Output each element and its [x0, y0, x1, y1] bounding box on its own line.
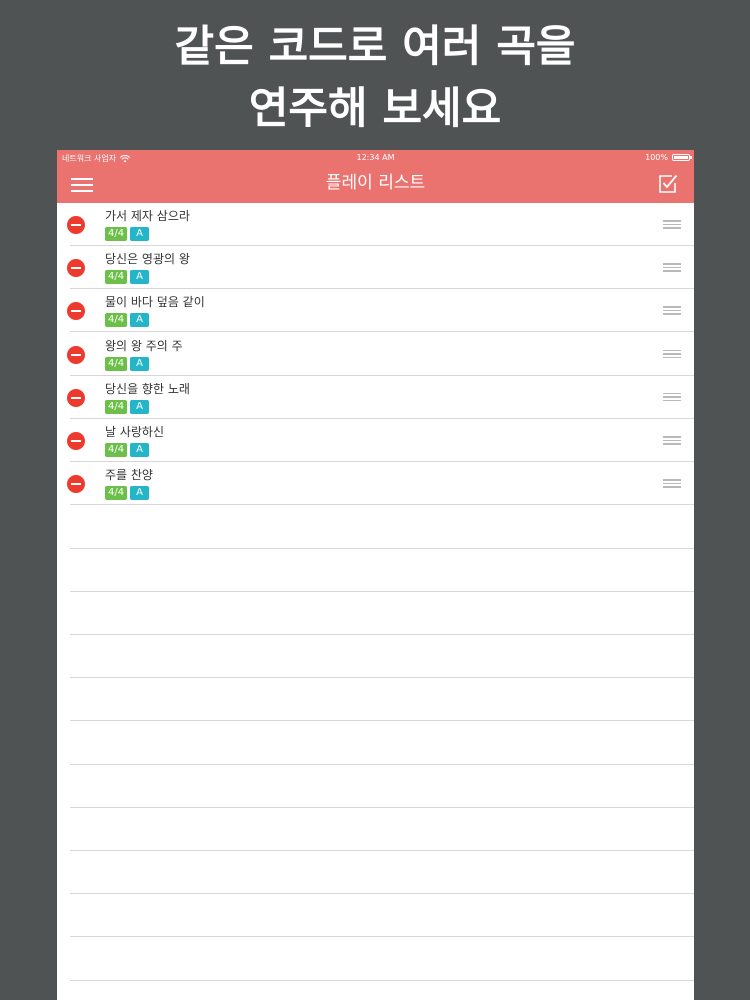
key-badge: A — [130, 356, 149, 371]
empty-row-divider — [70, 677, 694, 679]
reorder-handle-icon[interactable] — [663, 436, 681, 445]
navigation-bar: 플레이 리스트 — [57, 166, 694, 203]
playlist-row[interactable]: 날 사랑하신 4/4 A — [57, 419, 694, 462]
song-title: 당신을 향한 노래 — [105, 381, 190, 396]
key-badge: A — [130, 486, 149, 501]
playlist-row[interactable]: 주를 찬양 4/4 A — [57, 462, 694, 506]
empty-row-divider — [70, 850, 694, 851]
song-tags: 4/4 A — [105, 270, 149, 285]
song-tags: 4/4 A — [105, 313, 149, 328]
reorder-handle-icon[interactable] — [663, 263, 681, 272]
playlist-row[interactable]: 당신은 영광의 왕 4/4 A — [57, 246, 694, 290]
song-title: 주를 찬양 — [105, 468, 153, 483]
song-title: 당신은 영광의 왕 — [105, 252, 190, 267]
song-title: 가서 제자 삼으라 — [105, 209, 190, 223]
key-badge: A — [130, 227, 149, 241]
playlist-row[interactable]: 당신을 향한 노래 4/4 A — [57, 376, 694, 419]
empty-row-divider — [70, 720, 694, 722]
status-bar: 네트워크 사업자 12:34 AM 100% — [57, 150, 694, 166]
song-tags: 4/4 A — [105, 443, 149, 457]
delete-icon[interactable] — [67, 345, 85, 364]
empty-row-divider — [70, 936, 694, 938]
key-badge: A — [130, 399, 149, 414]
key-badge: A — [130, 313, 149, 328]
reorder-handle-icon[interactable] — [663, 349, 681, 359]
time-signature-badge: 4/4 — [105, 313, 128, 328]
battery-icon — [672, 154, 692, 161]
song-tags: 4/4 A — [105, 486, 149, 501]
row-divider — [70, 504, 694, 506]
delete-icon[interactable] — [67, 475, 85, 494]
empty-row-divider — [70, 590, 694, 592]
promo-line-2: 연주해 보세요 — [248, 84, 502, 134]
delete-icon[interactable] — [67, 432, 85, 450]
song-tags: 4/4 A — [105, 399, 149, 414]
time-signature-badge: 4/4 — [105, 227, 128, 241]
playlist-row[interactable]: 물이 바다 덮음 같이 4/4 A — [57, 289, 694, 333]
reorder-handle-icon[interactable] — [663, 479, 681, 488]
battery-status: 100% — [645, 153, 692, 162]
checkbox-edit-icon[interactable] — [658, 174, 678, 194]
empty-row-divider — [70, 893, 694, 895]
status-time: 12:34 AM — [356, 153, 395, 162]
empty-row-divider — [70, 547, 694, 549]
reorder-handle-icon[interactable] — [663, 392, 681, 402]
key-badge: A — [130, 443, 149, 457]
delete-icon[interactable] — [67, 302, 85, 321]
empty-row-divider — [70, 634, 694, 635]
promo-line-1: 같은 코드로 여러 곡을 — [174, 22, 576, 72]
time-signature-badge: 4/4 — [105, 486, 128, 501]
time-signature-badge: 4/4 — [105, 270, 128, 285]
song-tags: 4/4 A — [105, 227, 149, 241]
time-signature-badge: 4/4 — [105, 356, 128, 371]
time-signature-badge: 4/4 — [105, 399, 128, 414]
time-signature-badge: 4/4 — [105, 443, 128, 457]
promo-headline: 같은 코드로 여러 곡을 연주해 보세요 — [0, 16, 750, 140]
delete-icon[interactable] — [67, 259, 85, 278]
playlist-row[interactable]: 가서 제자 삼으라 4/4 A — [57, 203, 694, 246]
song-tags: 4/4 A — [105, 356, 149, 371]
key-badge: A — [130, 270, 149, 285]
reorder-handle-icon[interactable] — [663, 220, 681, 229]
reorder-handle-icon[interactable] — [663, 306, 681, 315]
delete-icon[interactable] — [67, 216, 85, 234]
empty-row-divider — [70, 806, 694, 808]
delete-icon[interactable] — [67, 388, 85, 407]
playlist-row[interactable]: 왕의 왕 주의 주 4/4 A — [57, 333, 694, 376]
song-title: 날 사랑하신 — [105, 425, 165, 439]
page-title: 플레이 리스트 — [325, 173, 426, 193]
empty-row-divider — [70, 979, 694, 981]
empty-row-divider — [70, 763, 694, 765]
song-title: 왕의 왕 주의 주 — [105, 338, 183, 353]
playlist-list: 가서 제자 삼으라 4/4 A 당신은 영광의 왕 4/4 A 물이 바다 덮음 같이 4/4… — [57, 203, 694, 1000]
device-screen: 네트워크 사업자 12:34 AM 100% 플레이 리스트 가서 제자 삼으라… — [57, 150, 694, 1000]
song-title: 물이 바다 덮음 같이 — [105, 295, 205, 310]
battery-percent: 100% — [645, 153, 668, 162]
